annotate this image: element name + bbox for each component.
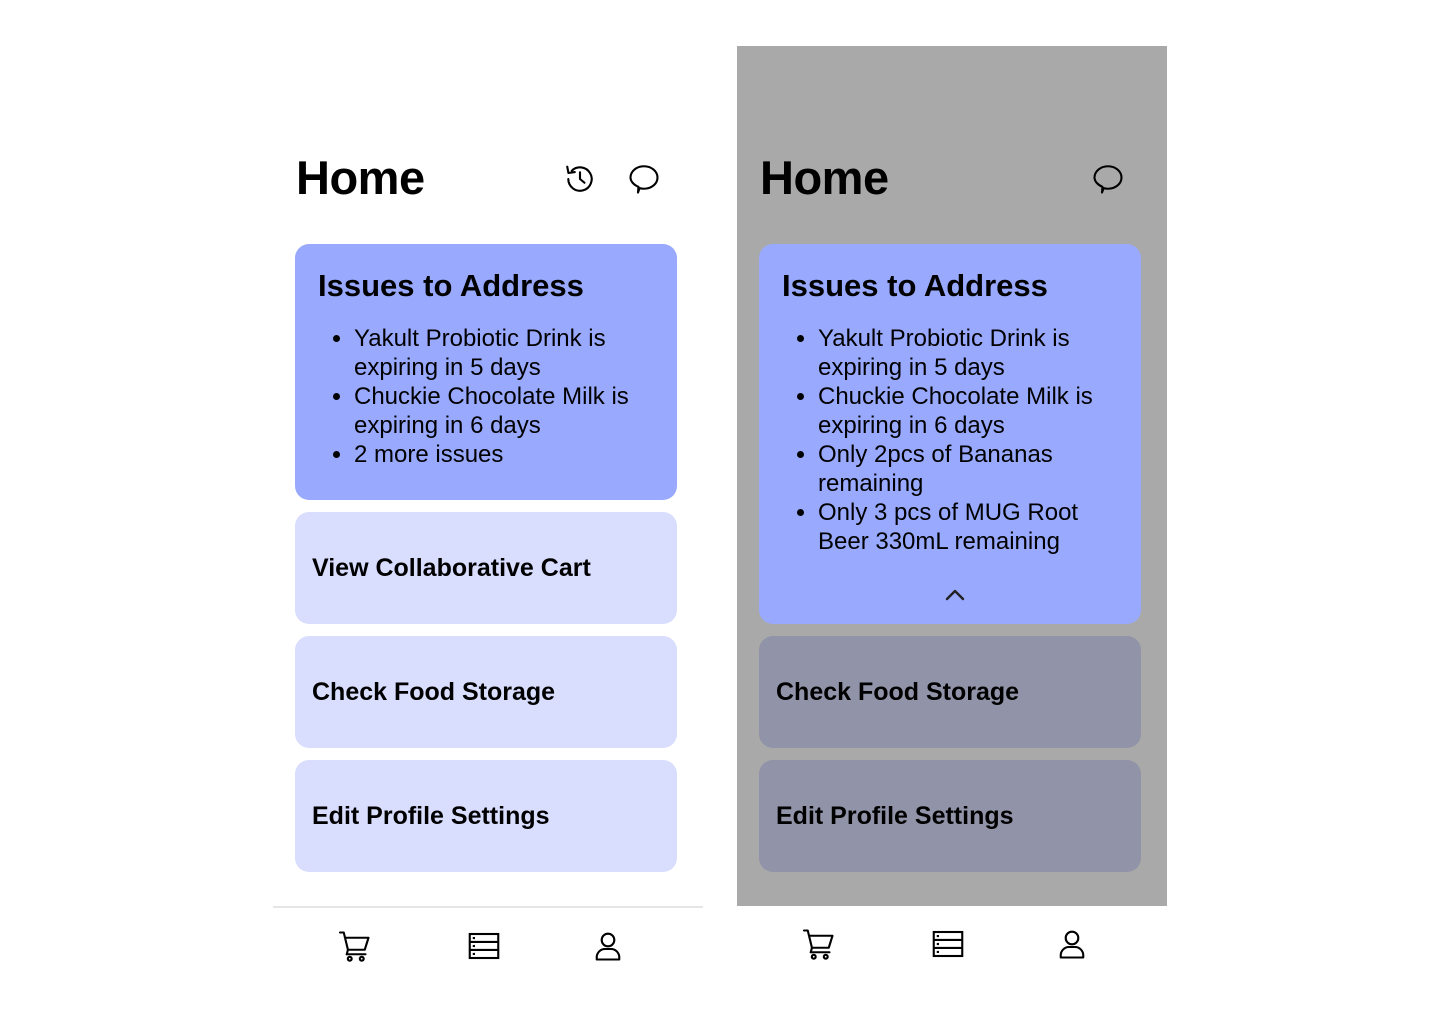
bottom-nav (737, 906, 1167, 1024)
cart-icon[interactable] (335, 926, 375, 966)
issues-list: Yakult Probiotic Drink is expiring in 5 … (318, 324, 657, 469)
list-item: Chuckie Chocolate Milk is expiring in 6 … (818, 382, 1121, 440)
chevron-up-icon[interactable] (942, 586, 968, 604)
home-screen-default: Home Issues to Address Yakult Probiotic … (273, 46, 703, 1024)
issues-list: Yakult Probiotic Drink is expiring in 5 … (782, 324, 1121, 556)
view-collaborative-cart-button[interactable]: View Collaborative Cart (295, 512, 677, 624)
issues-card[interactable]: Issues to Address Yakult Probiotic Drink… (295, 244, 677, 500)
cart-icon[interactable] (799, 924, 839, 964)
list-item: Chuckie Chocolate Milk is expiring in 6 … (354, 382, 657, 440)
page-title: Home (760, 151, 889, 204)
check-food-storage-button[interactable]: Check Food Storage (759, 636, 1141, 748)
page-title: Home (296, 151, 425, 204)
issues-title: Issues to Address (782, 268, 1048, 303)
list-item[interactable]: 2 more issues (354, 440, 657, 469)
list-item: Only 2pcs of Bananas remaining (818, 440, 1121, 498)
list-item: Yakult Probiotic Drink is expiring in 5 … (818, 324, 1121, 382)
profile-icon[interactable] (588, 926, 628, 966)
issues-card-expanded[interactable]: Issues to Address Yakult Probiotic Drink… (759, 244, 1141, 624)
storage-icon[interactable] (928, 924, 968, 964)
storage-icon[interactable] (464, 926, 504, 966)
issues-title: Issues to Address (318, 268, 584, 303)
list-item: Only 3 pcs of MUG Root Beer 330mL remain… (818, 498, 1121, 556)
profile-icon[interactable] (1052, 924, 1092, 964)
chat-icon[interactable] (1089, 160, 1127, 198)
edit-profile-settings-button[interactable]: Edit Profile Settings (759, 760, 1141, 872)
history-icon[interactable] (561, 160, 599, 198)
edit-profile-settings-button[interactable]: Edit Profile Settings (295, 760, 677, 872)
check-food-storage-button[interactable]: Check Food Storage (295, 636, 677, 748)
home-screen-issues-expanded: Home Issues to Address Yakult Probiotic … (737, 46, 1167, 1024)
chat-icon[interactable] (625, 160, 663, 198)
list-item: Yakult Probiotic Drink is expiring in 5 … (354, 324, 657, 382)
bottom-nav (273, 906, 703, 1024)
